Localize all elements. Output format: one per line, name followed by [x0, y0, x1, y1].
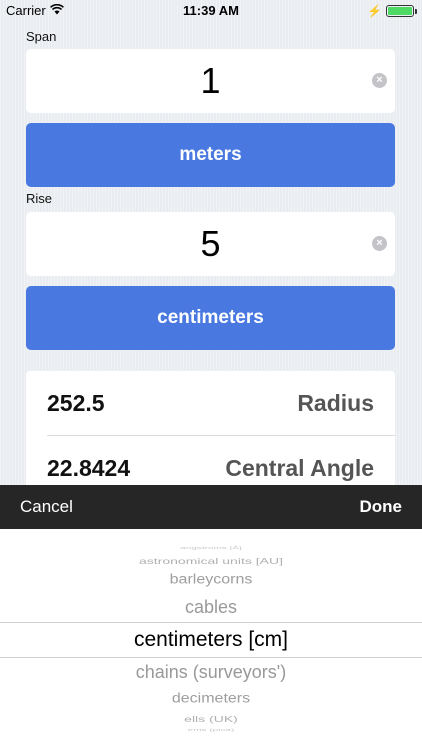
- picker-item-selected[interactable]: centimeters [cm]: [0, 628, 422, 652]
- span-unit-button[interactable]: meters: [26, 123, 395, 187]
- clear-rise-icon[interactable]: ×: [372, 236, 387, 251]
- picker-item[interactable]: astronomical units [AU]: [0, 556, 422, 566]
- span-input[interactable]: 1 ×: [26, 49, 395, 113]
- charging-icon: ⚡: [367, 4, 382, 18]
- rise-input[interactable]: 5 ×: [26, 212, 395, 276]
- span-value: 1: [200, 60, 221, 101]
- picker-item[interactable]: ells (UK): [0, 714, 422, 724]
- central-angle-label: Central Angle: [225, 454, 374, 481]
- radius-value: 252.5: [47, 389, 105, 416]
- done-button[interactable]: Done: [360, 497, 403, 517]
- picker-item[interactable]: ems (pica): [0, 728, 422, 732]
- unit-picker[interactable]: angstroms [Å] astronomical units [AU] ba…: [0, 529, 422, 750]
- results-list: 252.5 Radius 22.8424 Central Angle: [26, 371, 395, 491]
- status-time: 11:39 AM: [183, 3, 239, 18]
- rise-label: Rise: [26, 191, 53, 206]
- picker-item[interactable]: decimeters: [0, 691, 422, 706]
- picker-item[interactable]: chains (surveyors'): [0, 662, 422, 683]
- clear-span-icon[interactable]: ×: [372, 73, 387, 88]
- picker-toolbar: Cancel Done: [0, 485, 422, 529]
- span-label: Span: [26, 29, 57, 44]
- battery-icon: [386, 5, 417, 17]
- picker-item[interactable]: barleycorns: [0, 572, 422, 587]
- radius-label: Radius: [297, 389, 374, 416]
- central-angle-value: 22.8424: [47, 454, 131, 481]
- result-row-central-angle: 22.8424 Central Angle: [26, 436, 395, 491]
- result-row-radius: 252.5 Radius: [26, 371, 395, 435]
- picker-item[interactable]: cables: [0, 597, 422, 618]
- status-bar: Carrier 11:39 AM ⚡: [0, 0, 422, 22]
- rise-unit-button[interactable]: centimeters: [26, 286, 395, 350]
- picker-item[interactable]: angstroms [Å]: [0, 546, 422, 550]
- cancel-button[interactable]: Cancel: [20, 497, 73, 517]
- rise-value: 5: [200, 223, 221, 264]
